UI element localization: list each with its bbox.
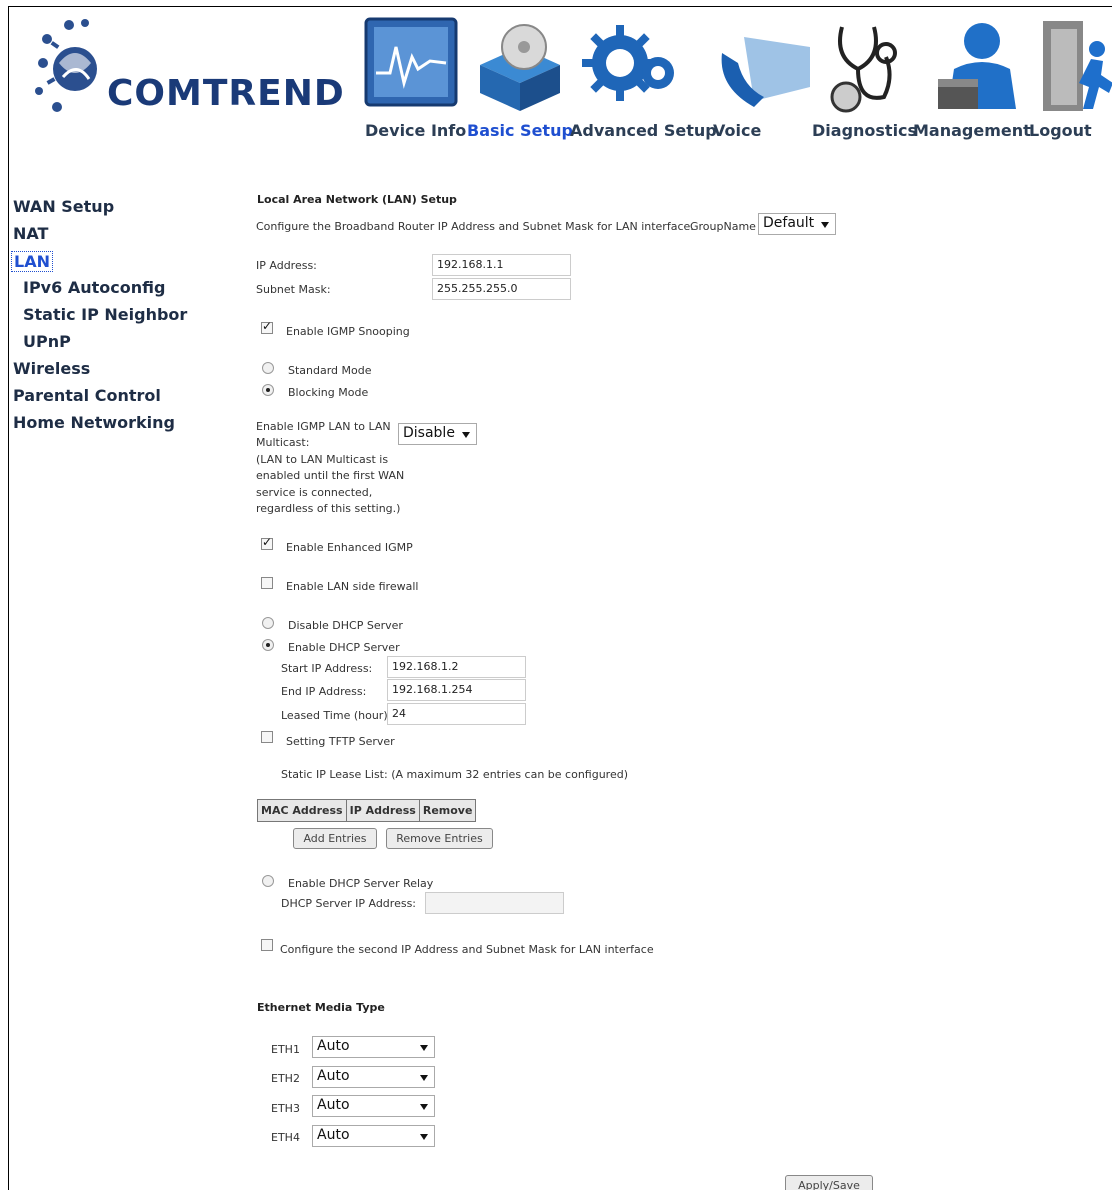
sidebar-item-lan[interactable]: LAN (11, 251, 53, 272)
nav-voice[interactable]: Voice (713, 121, 761, 140)
blocking-mode-label: Blocking Mode (288, 386, 369, 399)
eth2-select[interactable]: Auto (312, 1066, 435, 1088)
static-lease-table: MAC Address IP Address Remove (257, 799, 477, 822)
intro-text: Configure the Broadband Router IP Addres… (256, 220, 694, 233)
sidebar-item-upnp[interactable]: UPnP (23, 332, 71, 351)
nav-basic-setup[interactable]: Basic Setup (467, 121, 573, 140)
igmp-snooping-checkbox[interactable] (261, 319, 273, 334)
enable-dhcp-label: Enable DHCP Server (288, 641, 400, 654)
disable-dhcp-label: Disable DHCP Server (288, 619, 403, 632)
nav-management[interactable]: Management (913, 121, 1031, 140)
remove-entries-button[interactable]: Remove Entries (386, 828, 493, 849)
sidebar-item-home-networking[interactable]: Home Networking (13, 413, 175, 432)
lan-firewall-checkbox[interactable] (261, 577, 273, 589)
group-name-select[interactable]: Default (758, 213, 836, 235)
leased-time-label: Leased Time (hour): (281, 709, 392, 722)
group-name-label: GroupName (690, 220, 756, 233)
lan-multicast-note-2: enabled until the first WAN (256, 469, 405, 482)
subnet-mask-label: Subnet Mask: (256, 283, 331, 296)
lan-setup-panel: Local Area Network (LAN) Setup Configure… (200, 175, 1112, 1190)
lan-multicast-label: Enable IGMP LAN to LAN (256, 420, 391, 433)
eth3-select[interactable]: Auto (312, 1095, 435, 1117)
ip-address-input[interactable]: 192.168.1.1 (432, 254, 571, 276)
leased-time-input[interactable]: 24 (387, 703, 526, 725)
management-icon[interactable] (932, 17, 1022, 117)
eth2-label: ETH2 (271, 1072, 300, 1085)
add-entries-button[interactable]: Add Entries (293, 828, 377, 849)
lan-multicast-label-2: Multicast: (256, 436, 310, 449)
lan-multicast-note-4: regardless of this setting.) (256, 502, 401, 515)
end-ip-label: End IP Address: (281, 685, 367, 698)
eth4-select[interactable]: Auto (312, 1125, 435, 1147)
disable-dhcp-radio[interactable] (262, 617, 274, 629)
lan-multicast-note-3: service is connected, (256, 486, 373, 499)
advanced-setup-icon[interactable] (582, 17, 674, 117)
remove-header: Remove (418, 799, 477, 822)
eth1-select[interactable]: Auto (312, 1036, 435, 1058)
voice-icon[interactable] (714, 17, 810, 117)
basic-setup-icon[interactable] (472, 17, 562, 117)
table-header-row: MAC Address IP Address Remove (257, 799, 477, 822)
relay-ip-input[interactable] (425, 892, 564, 914)
sidebar-item-static-ip-neighbor[interactable]: Static IP Neighbor (23, 305, 187, 324)
tftp-label: Setting TFTP Server (286, 735, 395, 748)
mac-address-header: MAC Address (257, 799, 347, 822)
enhanced-igmp-label: Enable Enhanced IGMP (286, 541, 413, 554)
enable-dhcp-radio[interactable] (262, 639, 274, 651)
header: COMTREND Device Info Basic Setup Advance… (9, 7, 1112, 175)
sidebar-item-wan-setup[interactable]: WAN Setup (13, 197, 114, 216)
device-info-icon[interactable] (364, 17, 458, 117)
logout-icon[interactable] (1039, 17, 1112, 117)
top-nav-icons (364, 17, 1112, 117)
sidebar-item-parental-control[interactable]: Parental Control (13, 386, 161, 405)
dhcp-relay-label: Enable DHCP Server Relay (288, 877, 434, 890)
standard-mode-label: Standard Mode (288, 364, 372, 377)
igmp-snooping-label: Enable IGMP Snooping (286, 325, 410, 338)
eth4-label: ETH4 (271, 1131, 300, 1144)
sidebar-item-nat[interactable]: NAT (13, 224, 48, 243)
eth3-label: ETH3 (271, 1102, 300, 1115)
second-ip-checkbox[interactable] (261, 939, 273, 951)
static-lease-note: Static IP Lease List: (A maximum 32 entr… (281, 768, 629, 781)
relay-ip-label: DHCP Server IP Address: (281, 897, 417, 910)
ip-address-label: IP Address: (256, 259, 317, 272)
start-ip-label: Start IP Address: (281, 662, 373, 675)
dhcp-relay-radio[interactable] (262, 875, 274, 887)
lan-multicast-note: (LAN to LAN Multicast is (256, 453, 389, 466)
nav-device-info[interactable]: Device Info (365, 121, 466, 140)
lan-multicast-select[interactable]: Disable (398, 423, 477, 445)
nav-advanced-setup[interactable]: Advanced Setup (570, 121, 717, 140)
end-ip-input[interactable]: 192.168.1.254 (387, 679, 526, 701)
subnet-mask-input[interactable]: 255.255.255.0 (432, 278, 571, 300)
sidebar-item-wireless[interactable]: Wireless (13, 359, 90, 378)
blocking-mode-radio[interactable] (262, 384, 274, 396)
app-frame: COMTREND Device Info Basic Setup Advance… (8, 6, 1112, 1190)
brand-name: COMTREND (107, 73, 345, 114)
ip-address-header: IP Address (345, 799, 420, 822)
second-ip-label: Configure the second IP Address and Subn… (280, 943, 654, 956)
enhanced-igmp-checkbox[interactable] (261, 535, 273, 550)
nav-diagnostics[interactable]: Diagnostics (812, 121, 917, 140)
page-title: Local Area Network (LAN) Setup (257, 193, 457, 206)
apply-save-button[interactable]: Apply/Save (785, 1175, 873, 1190)
ethernet-media-title: Ethernet Media Type (257, 1001, 385, 1014)
lan-firewall-label: Enable LAN side firewall (286, 580, 419, 593)
tftp-checkbox[interactable] (261, 731, 273, 743)
sidebar: WAN Setup NAT LAN IPv6 Autoconfig Static… (9, 175, 200, 1190)
nav-logout[interactable]: Logout (1029, 121, 1092, 140)
standard-mode-radio[interactable] (262, 362, 274, 374)
sidebar-item-ipv6-autoconfig[interactable]: IPv6 Autoconfig (23, 278, 165, 297)
start-ip-input[interactable]: 192.168.1.2 (387, 656, 526, 678)
eth1-label: ETH1 (271, 1043, 300, 1056)
diagnostics-icon[interactable] (828, 17, 918, 117)
